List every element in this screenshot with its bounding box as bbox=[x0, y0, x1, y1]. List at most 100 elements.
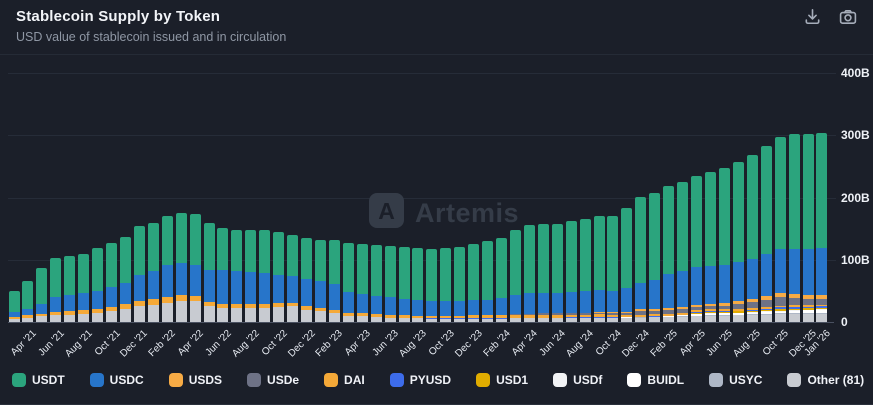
legend-item-usdf[interactable]: USDf bbox=[553, 373, 602, 387]
bar-column-aug22[interactable] bbox=[245, 230, 256, 322]
bar-column-dec25[interactable] bbox=[803, 134, 814, 322]
legend-item-buidl[interactable]: BUIDL bbox=[627, 373, 684, 387]
bar-segment-usdc bbox=[231, 271, 242, 305]
bar-column-dec22[interactable] bbox=[301, 238, 312, 322]
bar-column-jun21[interactable] bbox=[50, 258, 61, 322]
bar-segment-other81 bbox=[78, 314, 89, 322]
bar-column-oct24[interactable] bbox=[607, 216, 618, 322]
bar-segment-other81 bbox=[482, 319, 493, 322]
bar-column-feb22[interactable] bbox=[162, 216, 173, 322]
bar-segment-usdt bbox=[343, 243, 354, 292]
bar-column-dec24[interactable] bbox=[635, 197, 646, 322]
bar-column-aug23[interactable] bbox=[412, 248, 423, 322]
bar-column-feb23[interactable] bbox=[329, 240, 340, 322]
bar-column-mar22[interactable] bbox=[176, 213, 187, 322]
bar-segment-other81 bbox=[607, 318, 618, 322]
bar-column-jun23[interactable] bbox=[385, 246, 396, 322]
bar-segment-other81 bbox=[64, 315, 75, 322]
bar-segment-usdc bbox=[719, 265, 730, 303]
bar-column-mar24[interactable] bbox=[510, 230, 521, 322]
bar-segment-other81 bbox=[440, 319, 451, 322]
bar-segment-other81 bbox=[343, 316, 354, 322]
svg-text:A: A bbox=[378, 198, 395, 224]
bar-segment-usdt bbox=[64, 256, 75, 295]
legend-item-usds[interactable]: USDS bbox=[169, 373, 222, 387]
screenshot-button[interactable] bbox=[837, 7, 859, 29]
bar-column-may24[interactable] bbox=[538, 224, 549, 322]
bar-column-sep21[interactable] bbox=[92, 248, 103, 322]
bar-segment-usdc bbox=[190, 265, 201, 296]
bar-segment-other81 bbox=[315, 311, 326, 322]
bar-segment-other81 bbox=[816, 314, 827, 322]
bar-segment-usdc bbox=[677, 271, 688, 307]
bar-column-mar23[interactable] bbox=[343, 243, 354, 322]
bar-column-oct21[interactable] bbox=[106, 243, 117, 322]
bar-column-mar21[interactable] bbox=[9, 291, 20, 322]
bar-column-sep22[interactable] bbox=[259, 230, 270, 322]
bar-column-sep23[interactable] bbox=[426, 249, 437, 322]
bar-segment-usdc bbox=[621, 288, 632, 312]
bar-column-jul21[interactable] bbox=[64, 256, 75, 322]
bar-column-sep24[interactable] bbox=[594, 216, 605, 322]
legend-item-usyc[interactable]: USYC bbox=[709, 373, 762, 387]
bar-column-apr24[interactable] bbox=[524, 225, 535, 322]
bar-column-oct25[interactable] bbox=[775, 137, 786, 322]
bar-column-dec21[interactable] bbox=[134, 226, 145, 322]
bar-segment-usdc bbox=[552, 293, 563, 313]
bar-segment-usdc bbox=[691, 267, 702, 304]
legend-item-other81[interactable]: Other (81) bbox=[787, 373, 864, 387]
bar-column-aug25[interactable] bbox=[747, 155, 758, 322]
bar-column-nov21[interactable] bbox=[120, 237, 131, 322]
bar-column-jul22[interactable] bbox=[231, 230, 242, 322]
bar-column-apr25[interactable] bbox=[691, 176, 702, 322]
bar-column-jun25[interactable] bbox=[719, 168, 730, 322]
bar-column-nov24[interactable] bbox=[621, 208, 632, 322]
bar-column-jul25[interactable] bbox=[733, 162, 744, 322]
bar-column-apr22[interactable] bbox=[190, 214, 201, 322]
bar-segment-usdc bbox=[747, 259, 758, 299]
bar-column-jul24[interactable] bbox=[566, 221, 577, 322]
bar-column-jan26[interactable] bbox=[816, 133, 827, 322]
bar-segment-usdt bbox=[594, 216, 605, 290]
bar-column-jan22[interactable] bbox=[148, 223, 159, 322]
legend-item-usdt[interactable]: USDT bbox=[12, 373, 65, 387]
bar-segment-usdc bbox=[371, 296, 382, 314]
bar-column-nov23[interactable] bbox=[454, 247, 465, 322]
bar-column-aug21[interactable] bbox=[78, 254, 89, 322]
legend-item-usde[interactable]: USDe bbox=[247, 373, 299, 387]
page-subtitle: USD value of stablecoin issued and in ci… bbox=[16, 30, 286, 44]
legend-item-dai[interactable]: DAI bbox=[324, 373, 365, 387]
bar-column-jan24[interactable] bbox=[482, 241, 493, 322]
bar-column-jan23[interactable] bbox=[315, 240, 326, 322]
download-button[interactable] bbox=[801, 7, 823, 29]
bar-column-apr21[interactable] bbox=[22, 281, 33, 322]
bar-column-may21[interactable] bbox=[36, 268, 47, 322]
bar-column-mar25[interactable] bbox=[677, 182, 688, 322]
bar-column-feb25[interactable] bbox=[663, 186, 674, 322]
bar-column-jun24[interactable] bbox=[552, 224, 563, 322]
bar-segment-usdc bbox=[412, 300, 423, 316]
bar-column-jun22[interactable] bbox=[217, 228, 228, 322]
bar-column-may22[interactable] bbox=[204, 223, 215, 322]
legend-item-usd1[interactable]: USD1 bbox=[476, 373, 528, 387]
bar-segment-usdc bbox=[510, 295, 521, 314]
bar-column-apr23[interactable] bbox=[357, 244, 368, 322]
bar-column-may25[interactable] bbox=[705, 172, 716, 322]
bar-column-nov22[interactable] bbox=[287, 235, 298, 322]
legend-label: USDT bbox=[32, 373, 65, 387]
bar-column-nov25[interactable] bbox=[789, 134, 800, 322]
bar-column-oct22[interactable] bbox=[273, 232, 284, 322]
y-axis-label: 300B bbox=[841, 128, 870, 142]
bar-column-sep25[interactable] bbox=[761, 146, 772, 322]
bar-column-oct23[interactable] bbox=[440, 248, 451, 322]
bar-column-may23[interactable] bbox=[371, 245, 382, 322]
bar-column-jul23[interactable] bbox=[399, 247, 410, 322]
legend-item-usdc[interactable]: USDC bbox=[90, 373, 144, 387]
legend-label: PYUSD bbox=[410, 373, 451, 387]
bar-segment-usdc bbox=[357, 294, 368, 313]
legend-item-pyusd[interactable]: PYUSD bbox=[390, 373, 451, 387]
bar-column-aug24[interactable] bbox=[580, 219, 591, 322]
bar-column-dec23[interactable] bbox=[468, 244, 479, 322]
bar-column-jan25[interactable] bbox=[649, 193, 660, 322]
bar-column-feb24[interactable] bbox=[496, 238, 507, 322]
